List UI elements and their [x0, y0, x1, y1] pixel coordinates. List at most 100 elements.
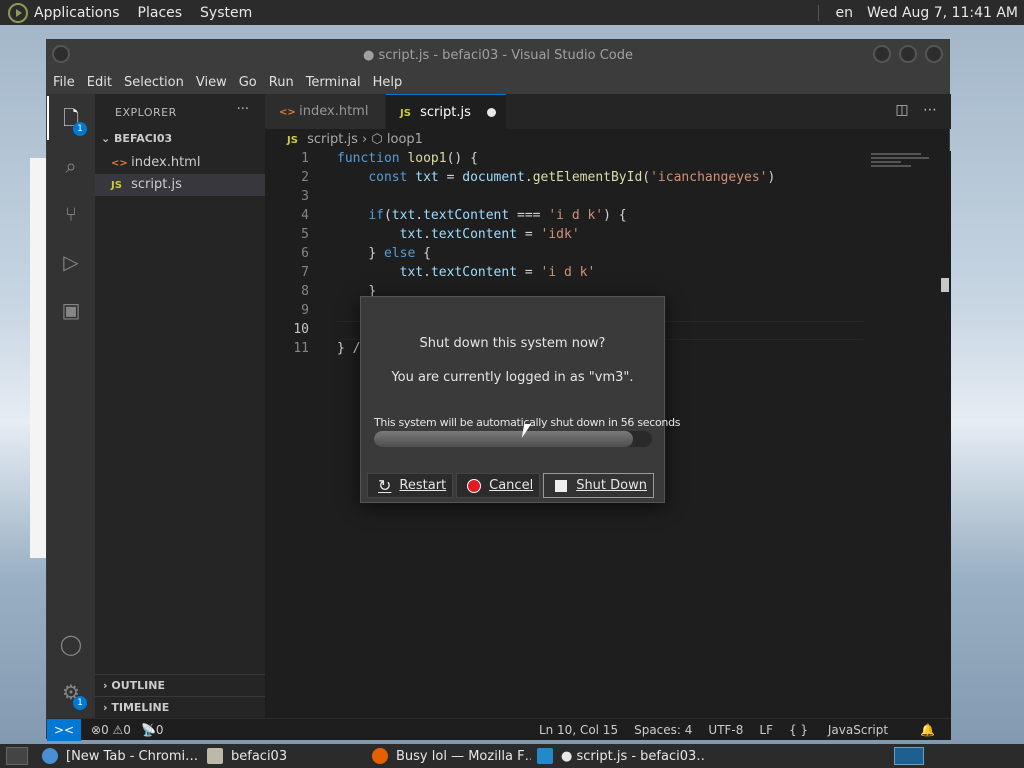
html-file-icon: <>: [111, 158, 128, 169]
explorer-badge: 1: [73, 122, 87, 136]
split-editor-icon[interactable]: ◫: [895, 102, 908, 118]
scrollbar-marker[interactable]: [941, 278, 949, 292]
system-menu[interactable]: System: [200, 5, 252, 21]
code-line: 1 function loop1() {: [301, 151, 478, 166]
file-name: script.js: [131, 177, 182, 192]
panel-tray: en Wed Aug 7, 11:41 AM: [810, 0, 1024, 25]
file-index-html[interactable]: <> index.html: [95, 152, 265, 174]
breadcrumb-symbol[interactable]: loop1: [387, 132, 423, 147]
shut-down-button[interactable]: Shut Down: [543, 473, 654, 498]
restart-button[interactable]: ↻ Restart: [367, 473, 454, 498]
timeline-section[interactable]: › TIMELINE: [95, 696, 265, 718]
code-line: 3: [301, 189, 309, 204]
more-icon[interactable]: ⋯: [923, 102, 937, 118]
applications-menu[interactable]: Applications: [34, 5, 120, 21]
dialog-title: Shut down this system now?: [419, 336, 606, 351]
account-icon[interactable]: ◯: [59, 632, 83, 656]
shutdown-dialog: Shut down this system now? You are curre…: [360, 296, 680, 503]
menu-run[interactable]: Run: [269, 75, 294, 90]
error-count: 0: [101, 722, 109, 737]
breadcrumb-file[interactable]: script.js: [307, 132, 358, 147]
encoding[interactable]: UTF-8: [708, 723, 743, 737]
extensions-icon[interactable]: ▣: [59, 298, 83, 322]
timeline-label: TIMELINE: [111, 701, 170, 714]
cancel-button[interactable]: Cancel: [456, 473, 541, 498]
file-name: index.html: [131, 155, 201, 170]
code-line: 6 } else {: [301, 246, 431, 261]
remote-indicator-icon[interactable]: ><: [47, 718, 81, 741]
cursor-position[interactable]: Ln 10, Col 15: [539, 723, 618, 737]
settings-badge: 1: [73, 696, 87, 710]
menu-terminal[interactable]: Terminal: [306, 75, 361, 90]
close-icon[interactable]: [925, 45, 943, 63]
dialog-buttons: ↻ Restart Cancel Shut Down: [367, 473, 657, 498]
folder-befaci03[interactable]: ⌄ BEFACI03: [101, 132, 172, 145]
end-of-line[interactable]: LF: [759, 723, 773, 737]
menu-help[interactable]: Help: [373, 75, 403, 90]
tab-label: script.js: [420, 105, 471, 120]
menubar: File Edit Selection View Go Run Terminal…: [47, 70, 949, 94]
minimize-icon[interactable]: [873, 45, 891, 63]
folder-icon: [207, 748, 223, 764]
indentation[interactable]: Spaces: 4: [634, 723, 692, 737]
source-control-icon[interactable]: ⑂: [59, 202, 83, 226]
search-icon[interactable]: ⌕: [59, 154, 83, 178]
shutdown-icon: [554, 478, 569, 493]
window-titlebar[interactable]: ● script.js - befaci03 - Visual Studio C…: [47, 40, 949, 70]
task-label: befaci03: [231, 748, 288, 764]
chevron-right-icon: ›: [362, 132, 372, 147]
unsaved-dot-icon[interactable]: [487, 108, 496, 117]
problems-indicator[interactable]: ⊗0 ⚠0: [91, 723, 131, 737]
task-chromium[interactable]: [New Tab - Chromi…: [36, 744, 201, 768]
minimap[interactable]: [871, 153, 931, 173]
editor-actions: ◫ ⋯: [895, 102, 937, 118]
menu-selection[interactable]: Selection: [124, 75, 184, 90]
keyboard-layout-indicator[interactable]: en: [835, 5, 853, 21]
menu-go[interactable]: Go: [239, 75, 257, 90]
bell-icon[interactable]: 🔔: [920, 723, 935, 737]
broadcast-icon: 📡: [140, 722, 156, 737]
panel-separator: [818, 4, 820, 21]
task-firefox[interactable]: Busy lol — Mozilla F…: [366, 744, 531, 768]
code-line: 2 const txt = document.getElementById('i…: [301, 170, 776, 185]
warning-count: 0: [123, 722, 131, 737]
status-right: Ln 10, Col 15 Spaces: 4 UTF-8 LF { } Jav…: [539, 723, 951, 737]
html-file-icon: <>: [279, 107, 296, 118]
error-icon: ⊗: [91, 722, 102, 737]
active-indicator: [47, 96, 49, 140]
warning-icon: ⚠: [112, 722, 124, 737]
file-script-js[interactable]: JS script.js: [95, 174, 265, 196]
places-menu[interactable]: Places: [138, 5, 183, 21]
run-debug-icon[interactable]: ▷: [59, 250, 83, 274]
task-label: ● script.js - befaci03…: [561, 748, 706, 764]
menu-edit[interactable]: Edit: [87, 75, 112, 90]
outline-section[interactable]: › OUTLINE: [95, 674, 265, 696]
more-actions-icon[interactable]: ···: [237, 102, 249, 117]
ports-indicator[interactable]: 📡0: [141, 723, 164, 737]
workspace-switcher[interactable]: [894, 747, 924, 765]
tab-label: index.html: [299, 104, 369, 119]
tab-index-html[interactable]: <> index.html: [265, 94, 385, 129]
maximize-icon[interactable]: [899, 45, 917, 63]
task-vscode[interactable]: ● script.js - befaci03…: [531, 744, 706, 768]
restart-icon: ↻: [378, 476, 392, 495]
chevron-down-icon: ⌄: [101, 132, 115, 145]
window-menu-icon[interactable]: [52, 45, 70, 63]
symbol-icon: ⬡: [371, 132, 383, 147]
vscode-icon: [537, 748, 553, 764]
menu-view[interactable]: View: [196, 75, 227, 90]
mate-logo-icon[interactable]: [8, 2, 28, 23]
clock[interactable]: Wed Aug 7, 11:41 AM: [867, 5, 1018, 21]
outline-label: OUTLINE: [111, 679, 165, 692]
js-file-icon: JS: [400, 108, 411, 119]
editor-tabs: <> index.html JS script.js ◫ ⋯: [265, 94, 951, 129]
activity-bar: 🗋 1 ⌕ ⑂ ▷ ▣ ◯ ⚙ 1: [47, 94, 95, 718]
language-mode[interactable]: { } JavaScript: [789, 723, 904, 737]
cancel-label: Cancel: [489, 478, 534, 493]
tab-script-js[interactable]: JS script.js: [386, 94, 506, 129]
language-label: JavaScript: [827, 722, 889, 737]
menu-file[interactable]: File: [53, 75, 75, 90]
shut-down-label: Shut Down: [576, 478, 647, 493]
show-desktop-icon[interactable]: [6, 747, 28, 765]
task-file-manager[interactable]: befaci03: [201, 744, 366, 768]
